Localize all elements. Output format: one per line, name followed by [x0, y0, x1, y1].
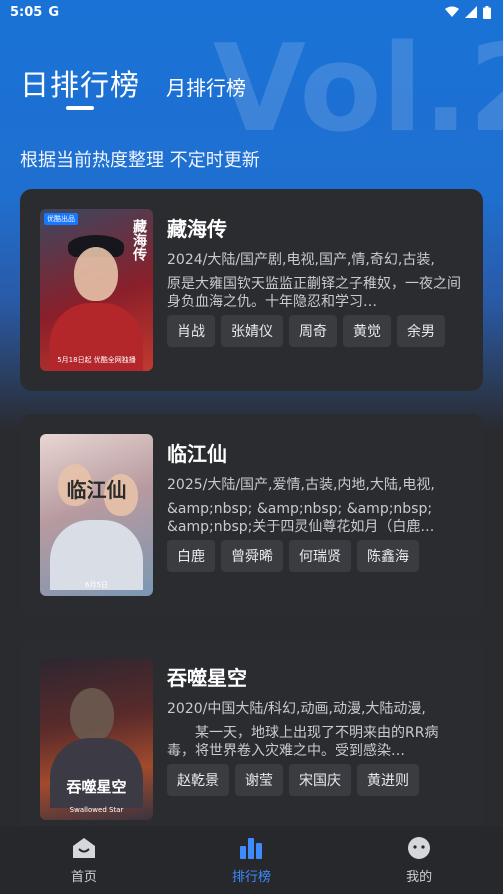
actor-list: 肖战 张婧仪 周奇 黄觉 余男 [167, 315, 463, 347]
profile-icon [408, 836, 431, 859]
poster-footer: Swallowed Star [69, 806, 124, 814]
drama-meta: 2024/大陆/国产剧,电视,国产,情,奇幻,古装, [167, 252, 435, 268]
actor-tag[interactable]: 白鹿 [167, 540, 215, 572]
page-subtitle: 根据当前热度整理 不定时更新 [20, 150, 260, 171]
nav-ranking-label: 排行榜 [231, 869, 271, 885]
poster-figure-face [70, 688, 114, 742]
nav-profile-label: 我的 [406, 869, 433, 885]
chart-icon [240, 837, 263, 859]
card-info: 藏海传 2024/大陆/国产剧,电视,国产,情,奇幻,古装, 原是大雍国钦天监监… [167, 209, 463, 371]
poster-footer: 5月18日起 优酷全网独播 [57, 356, 136, 364]
actor-tag[interactable]: 肖战 [167, 315, 215, 347]
actor-tag[interactable]: 黄觉 [343, 315, 391, 347]
battery-icon [483, 5, 491, 19]
poster-title: 临江仙 [66, 478, 127, 502]
actor-list: 赵乾景 谢莹 宋国庆 黄进则 [167, 764, 463, 796]
actor-tag[interactable]: 宋国庆 [289, 764, 351, 796]
tab-indicator [66, 106, 94, 110]
actor-tag[interactable]: 张婧仪 [221, 315, 283, 347]
ranking-tabs: 日排行榜 月排行榜 [20, 62, 246, 110]
bottom-navigation: 首页 排行榜 我的 [0, 826, 503, 894]
actor-tag[interactable]: 曾舜晞 [221, 540, 283, 572]
drama-card[interactable]: 临江仙 6月5日 临江仙 2025/大陆/国产,爱情,古装,内地,大陆,电视, … [20, 414, 483, 616]
nav-profile[interactable]: 我的 [359, 836, 479, 885]
poster-title: 藏海传 [131, 219, 147, 261]
poster-image: 优酷出品 藏海传 5月18日起 优酷全网独播 [40, 209, 153, 371]
home-icon [72, 837, 95, 858]
drama-title: 临江仙 [167, 442, 227, 466]
actor-tag[interactable]: 何瑞贤 [289, 540, 351, 572]
drama-card[interactable]: 优酷出品 藏海传 5月18日起 优酷全网独播 藏海传 2024/大陆/国产剧,电… [20, 189, 483, 391]
drama-description: 某一天，地球上出现了不明来由的RR病毒，将世界卷入灾难之中。受到感染… [167, 725, 439, 759]
nav-ranking[interactable]: 排行榜 [191, 836, 311, 885]
tab-daily[interactable]: 日排行榜 [20, 62, 141, 110]
drama-description: &amp;nbsp; &amp;nbsp; &amp;nbsp; &amp;nb… [167, 501, 435, 535]
drama-title: 藏海传 [167, 217, 227, 241]
drama-description: 原是大雍国钦天监监正蒯铎之子稚奴，一夜之间身负血海之仇。十年隐忍和学习… [167, 276, 461, 310]
actor-tag[interactable]: 周奇 [289, 315, 337, 347]
deco-text: Vol.2 [213, 20, 503, 159]
poster-footer: 6月5日 [85, 581, 108, 589]
tab-monthly[interactable]: 月排行榜 [166, 72, 246, 104]
poster-figure-face [74, 247, 118, 301]
poster-image: 吞噬星空 Swallowed Star [40, 658, 153, 820]
poster-image: 临江仙 6月5日 [40, 434, 153, 596]
poster-figure-body [50, 738, 143, 808]
card-info: 临江仙 2025/大陆/国产,爱情,古装,内地,大陆,电视, &amp;nbsp… [167, 434, 463, 596]
tab-monthly-label: 月排行榜 [166, 76, 247, 100]
poster-tag: 优酷出品 [44, 213, 78, 225]
actor-tag[interactable]: 谢莹 [235, 764, 283, 796]
drama-meta: 2025/大陆/国产,爱情,古装,内地,大陆,电视, [167, 477, 435, 493]
tab-daily-label: 日排行榜 [20, 68, 141, 102]
actor-tag[interactable]: 陈鑫海 [357, 540, 419, 572]
actor-list: 白鹿 曾舜晞 何瑞贤 陈鑫海 [167, 540, 463, 572]
actor-tag[interactable]: 余男 [397, 315, 445, 347]
nav-home[interactable]: 首页 [24, 836, 144, 885]
drama-title: 吞噬星空 [167, 666, 247, 690]
status-time: 5:05 [10, 4, 43, 20]
wifi-icon [445, 6, 459, 17]
signal-icon [465, 6, 477, 18]
actor-tag[interactable]: 黄进则 [357, 764, 419, 796]
actor-tag[interactable]: 赵乾景 [167, 764, 229, 796]
poster-title: 吞噬星空 [66, 778, 127, 796]
nav-home-label: 首页 [70, 869, 97, 885]
status-bar: 5:05 G [0, 0, 503, 24]
card-info: 吞噬星空 2020/中国大陆/科幻,动画,动漫,大陆动漫, 某一天，地球上出现了… [167, 658, 463, 820]
drama-card[interactable]: 吞噬星空 Swallowed Star 吞噬星空 2020/中国大陆/科幻,动画… [20, 638, 483, 840]
google-icon: G [48, 4, 60, 20]
drama-meta: 2020/中国大陆/科幻,动画,动漫,大陆动漫, [167, 701, 426, 717]
